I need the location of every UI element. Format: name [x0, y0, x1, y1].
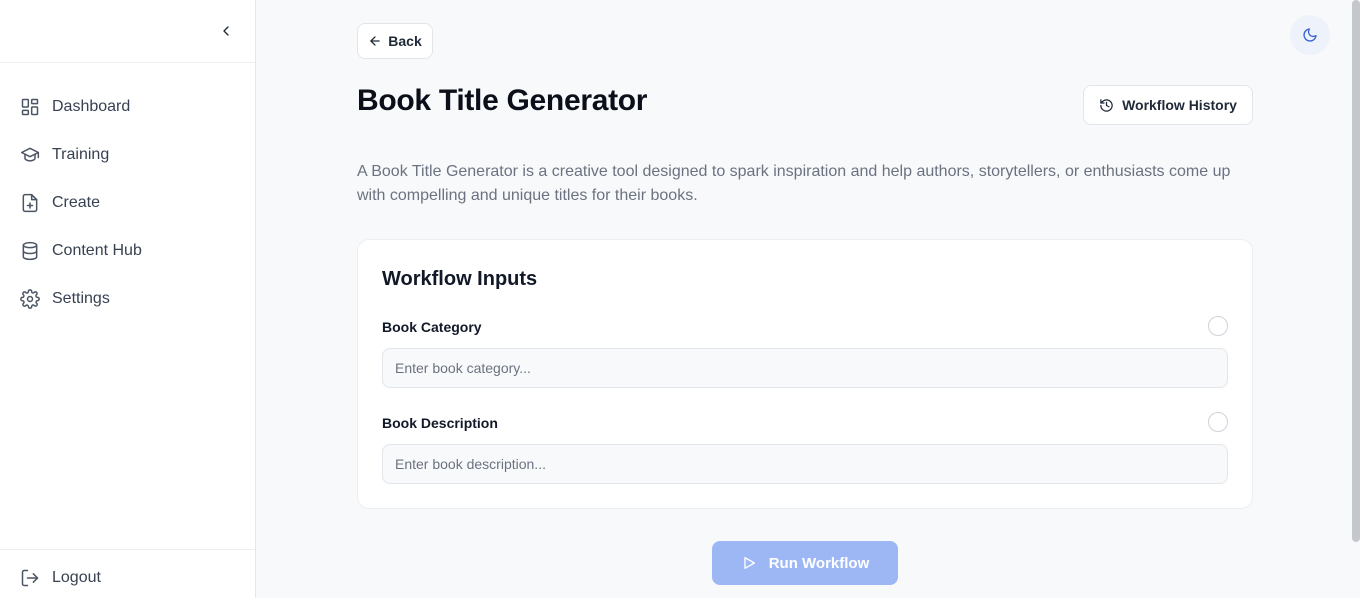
logout-label: Logout [52, 569, 101, 586]
sidebar-header [0, 0, 255, 63]
back-label: Back [388, 33, 422, 49]
workflow-inputs-card: Workflow Inputs Book Category Book Descr… [357, 239, 1253, 509]
sidebar-item-settings[interactable]: Settings [0, 275, 255, 323]
run-workflow-label: Run Workflow [768, 554, 870, 572]
back-button[interactable]: Back [357, 23, 433, 59]
moon-icon [1303, 28, 1317, 42]
sidebar-item-label: Settings [52, 290, 110, 307]
sidebar-footer: Logout [0, 549, 255, 598]
run-workflow-button[interactable]: Run Workflow [712, 541, 898, 585]
book-description-toggle[interactable] [1208, 412, 1228, 432]
page-description: A Book Title Generator is a creative too… [357, 163, 1231, 204]
book-description-input[interactable] [382, 444, 1228, 484]
book-category-label: Book Category [382, 319, 482, 335]
workflow-history-label: Workflow History [1122, 97, 1237, 113]
book-category-input[interactable] [382, 348, 1228, 388]
sidebar-item-label: Content Hub [52, 242, 142, 259]
book-description-label: Book Description [382, 415, 498, 431]
sidebar-item-content-hub[interactable]: Content Hub [0, 227, 255, 275]
sidebar-item-label: Training [52, 146, 110, 163]
sidebar-item-create[interactable]: Create [0, 179, 255, 227]
workflow-history-button[interactable]: Workflow History [1083, 85, 1253, 125]
workflow-inputs-title: Workflow Inputs [382, 268, 538, 290]
sidebar-item-training[interactable]: Training [0, 131, 255, 179]
file-plus-icon [20, 193, 40, 213]
sidebar: Dashboard Training Create Content Hub Se… [0, 0, 256, 598]
sidebar-item-label: Create [52, 194, 101, 211]
chevron-left-icon [223, 26, 229, 36]
page-scrollbar[interactable] [1352, 0, 1360, 542]
graduation-cap-icon [20, 145, 40, 165]
sidebar-item-label: Dashboard [52, 98, 131, 115]
gear-icon [20, 289, 40, 309]
sidebar-nav: Dashboard Training Create Content Hub Se… [0, 83, 255, 323]
dashboard-icon [20, 97, 40, 117]
logout-button[interactable]: Logout [20, 568, 101, 588]
play-icon [741, 555, 757, 571]
sidebar-item-dashboard[interactable]: Dashboard [0, 83, 255, 131]
book-category-toggle[interactable] [1208, 316, 1228, 336]
logout-icon [20, 568, 40, 588]
page-title: Book Title Generator [357, 84, 648, 117]
history-icon [1099, 98, 1114, 113]
arrow-left-icon [368, 34, 382, 48]
logo [14, 14, 94, 50]
database-icon [20, 241, 40, 261]
collapse-sidebar-button[interactable] [214, 20, 238, 42]
theme-toggle-button[interactable] [1290, 15, 1330, 55]
